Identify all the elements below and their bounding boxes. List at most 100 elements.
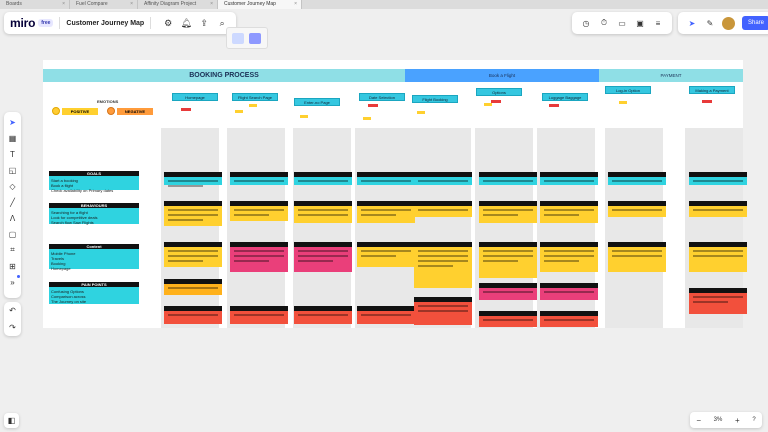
comment-icon[interactable]: ▢ — [7, 228, 19, 240]
sticky-note[interactable] — [414, 172, 472, 185]
emotion-marker — [363, 117, 371, 120]
tab-label: Customer Journey Map — [224, 1, 276, 7]
tab-boards[interactable]: Boards × — [0, 0, 70, 9]
close-icon[interactable]: × — [294, 0, 297, 9]
zoom-out-button[interactable]: − — [696, 416, 701, 425]
sticky-note[interactable] — [294, 306, 352, 324]
sticky-note[interactable] — [689, 242, 747, 272]
share-group: ➤ ✎ Share — [678, 12, 768, 34]
apps-icon[interactable]: ≡ — [652, 17, 664, 29]
bell-icon[interactable]: 🔔︎ — [179, 16, 193, 30]
smile-icon — [52, 107, 60, 115]
timer-icon[interactable]: ◷ — [580, 17, 592, 29]
sticky-note[interactable] — [164, 279, 222, 295]
lane — [293, 128, 351, 328]
sticky-note[interactable] — [540, 283, 598, 300]
divider — [150, 17, 152, 29]
sticky-note[interactable] — [357, 201, 415, 223]
sticky-note[interactable] — [357, 306, 415, 324]
panel-toggle-icon[interactable]: ◧ — [4, 413, 19, 428]
upload-icon[interactable]: ⇪ — [197, 16, 211, 30]
miro-logo[interactable]: miro — [10, 16, 35, 30]
row-goals: GOALS Start a booking Book a flight Chec… — [49, 171, 139, 193]
sticky-note[interactable] — [540, 201, 598, 223]
sticky-note[interactable] — [230, 201, 288, 221]
board-header: miro free Customer Journey Map ⚙ 🔔︎ ⇪ ⌕ — [4, 12, 236, 34]
sticky-note[interactable] — [608, 172, 666, 185]
sticky-note[interactable] — [164, 201, 222, 226]
sticky-note[interactable] — [479, 311, 537, 327]
row-pain-points: PAIN POINTS Confusing Options Comparison… — [49, 282, 139, 304]
sticky-note[interactable] — [689, 288, 747, 314]
lane — [605, 128, 663, 328]
close-icon[interactable]: × — [62, 0, 65, 9]
frame-preview[interactable] — [226, 27, 268, 49]
text-icon[interactable]: T — [7, 148, 19, 160]
undo-icon[interactable]: ↶ — [7, 305, 19, 317]
crop-icon[interactable]: ⌗ — [7, 244, 19, 256]
frame-icon[interactable]: ▦ — [7, 132, 19, 144]
sticky-note[interactable] — [230, 172, 288, 185]
redo-icon[interactable]: ↷ — [7, 322, 19, 334]
frown-icon — [107, 107, 115, 115]
lane — [355, 128, 413, 328]
sticky-note[interactable] — [294, 201, 352, 223]
zoom-level[interactable]: 3% — [714, 417, 723, 423]
sticky-note[interactable] — [540, 172, 598, 185]
tab-affinity-diagram[interactable]: Affinity Diagram Project × — [138, 0, 218, 9]
help-icon[interactable]: ? — [752, 417, 755, 423]
sticky-note[interactable] — [230, 242, 288, 272]
sticky-note[interactable] — [230, 306, 288, 324]
sticky-note[interactable] — [164, 172, 222, 187]
avatar[interactable] — [722, 16, 735, 30]
stage-flight-booking: Flight Booking — [412, 95, 458, 103]
sticky-note[interactable] — [414, 242, 472, 288]
sticky-note[interactable] — [414, 201, 472, 217]
board-title[interactable]: Customer Journey Map — [66, 20, 144, 27]
sticky-note[interactable] — [479, 201, 537, 223]
close-icon[interactable]: × — [130, 0, 133, 9]
sticky-note[interactable] — [479, 242, 537, 278]
creation-toolbar: ➤ ▦ T ◱ ◇ ╱ Λ ▢ ⌗ ⊞ » — [4, 112, 21, 298]
sticky-note[interactable] — [357, 242, 415, 267]
stage-homepage: Homepage — [172, 93, 218, 101]
journey-map-frame[interactable]: BOOKING PROCESS Book a Flight PAYMENT Ho… — [43, 60, 747, 328]
tab-label: Affinity Diagram Project — [144, 1, 197, 7]
select-icon[interactable]: ➤ — [7, 116, 19, 128]
shapes-icon[interactable]: ◇ — [7, 180, 19, 192]
cursor-icon[interactable]: ➤ — [686, 17, 698, 29]
zoom-in-button[interactable]: + — [735, 416, 740, 425]
share-button[interactable]: Share — [742, 16, 768, 30]
screen-icon[interactable]: ▣ — [634, 17, 646, 29]
sticky-note[interactable] — [294, 242, 352, 272]
sticky-note[interactable] — [164, 306, 222, 324]
plan-badge[interactable]: free — [38, 19, 54, 27]
sticky-note-icon[interactable]: ◱ — [7, 164, 19, 176]
sticky-note[interactable] — [164, 242, 222, 267]
sticky-note[interactable] — [689, 172, 747, 185]
row-header: Content — [86, 244, 102, 249]
sticky-note[interactable] — [357, 172, 415, 185]
tab-customer-journey-map[interactable]: Customer Journey Map × — [218, 0, 302, 9]
emotion-marker — [549, 104, 559, 107]
sticky-note[interactable] — [608, 242, 666, 272]
pen-icon[interactable]: ╱ — [7, 196, 19, 208]
more-icon[interactable]: » — [7, 275, 20, 288]
sticky-note[interactable] — [608, 201, 666, 217]
upload-icon[interactable]: ⊞ — [7, 260, 19, 272]
sticky-note[interactable] — [540, 311, 598, 327]
sticky-note[interactable] — [414, 297, 472, 325]
row-header: PAIN POINTS — [81, 282, 107, 287]
reaction-icon[interactable]: ✎ — [704, 17, 716, 29]
tab-fuel-compare[interactable]: Fuel Compare × — [70, 0, 138, 9]
sticky-note[interactable] — [540, 242, 598, 272]
close-icon[interactable]: × — [210, 0, 213, 9]
sticky-note[interactable] — [479, 283, 537, 300]
sticky-note[interactable] — [689, 201, 747, 217]
sticky-note[interactable] — [479, 172, 537, 185]
clock-icon[interactable]: ⏱ — [598, 17, 610, 29]
gear-icon[interactable]: ⚙ — [161, 16, 175, 30]
comment-icon[interactable]: ▭ — [616, 17, 628, 29]
sticky-note[interactable] — [294, 172, 352, 185]
pen-tool-icon[interactable]: Λ — [7, 212, 19, 224]
